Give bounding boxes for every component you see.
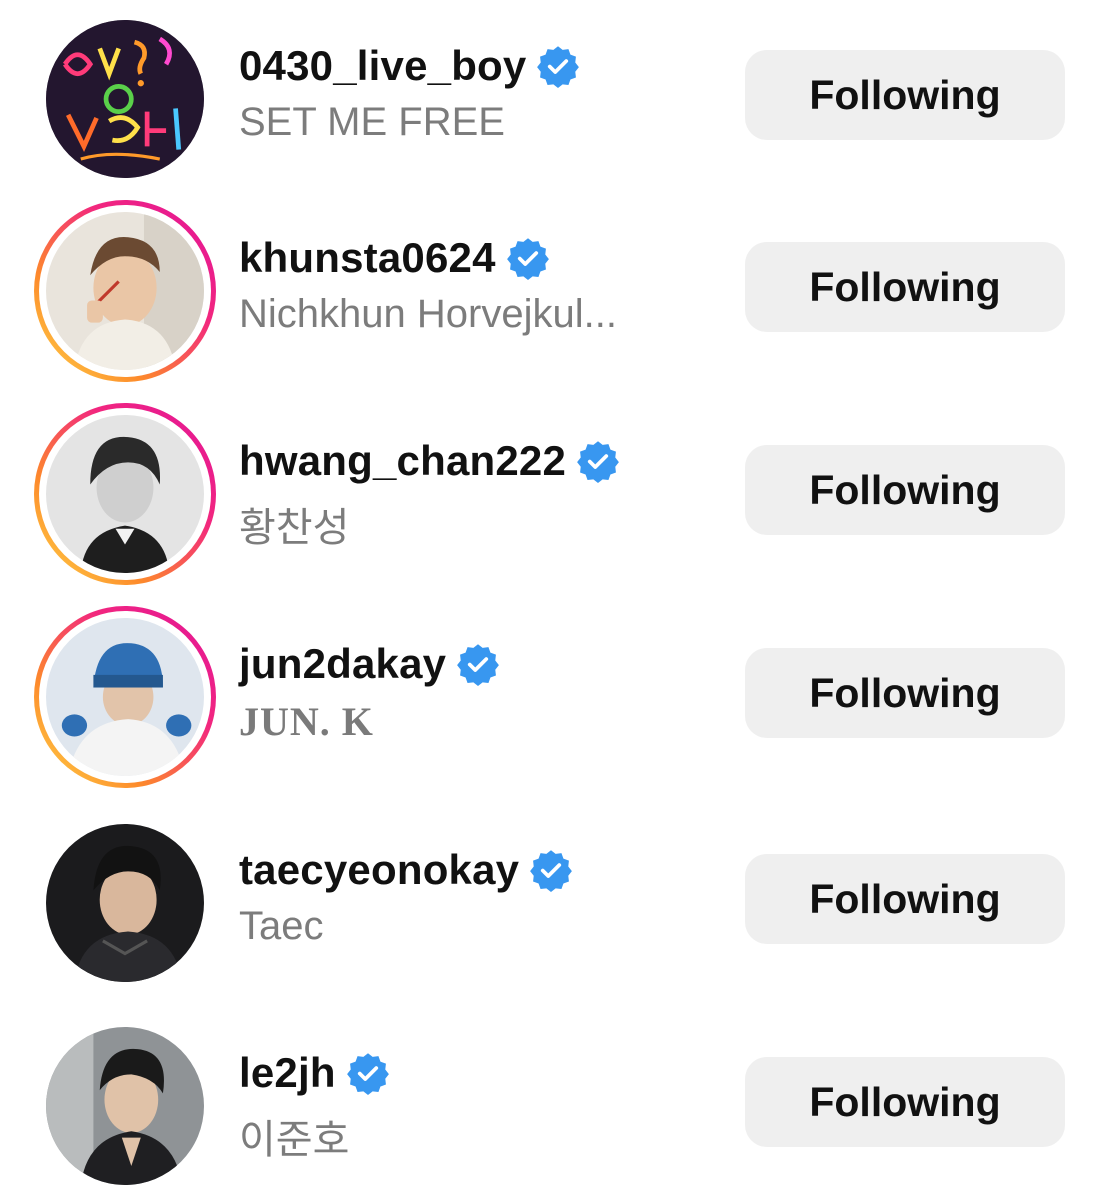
avatar[interactable] bbox=[34, 606, 216, 788]
following-button[interactable]: Following bbox=[745, 50, 1065, 140]
neon-sign-avatar-icon bbox=[46, 20, 204, 178]
list-item[interactable]: le2jh 이준호 Following bbox=[0, 1015, 1110, 1185]
full-name: Nichkhun Horvejkul... bbox=[239, 292, 617, 336]
list-item[interactable]: taecyeonokay Taec Following bbox=[0, 812, 1110, 982]
avatar[interactable] bbox=[34, 8, 216, 190]
profile-photo-avatar-icon bbox=[46, 212, 204, 370]
username[interactable]: khunsta0624 bbox=[239, 234, 496, 282]
list-item[interactable]: jun2dakay JUN. K Following bbox=[0, 606, 1110, 788]
verified-badge-icon bbox=[530, 850, 573, 892]
profile-photo-avatar-icon bbox=[46, 824, 204, 982]
full-name: JUN. K bbox=[239, 699, 374, 744]
username[interactable]: hwang_chan222 bbox=[239, 437, 566, 485]
username-line: khunsta0624 bbox=[239, 230, 550, 286]
avatar[interactable] bbox=[34, 1015, 216, 1197]
username[interactable]: taecyeonokay bbox=[239, 846, 519, 894]
avatar[interactable] bbox=[34, 403, 216, 585]
full-name: 이준호 bbox=[239, 1118, 350, 1162]
avatar[interactable] bbox=[34, 812, 216, 994]
following-button[interactable]: Following bbox=[745, 445, 1065, 535]
username-line: le2jh bbox=[239, 1045, 390, 1101]
username[interactable]: le2jh bbox=[239, 1049, 336, 1097]
username-line: 0430_live_boy bbox=[239, 38, 580, 94]
username-line: hwang_chan222 bbox=[239, 433, 620, 489]
following-list: 0430_live_boy SET ME FREE Following khun… bbox=[0, 0, 1110, 1200]
verified-badge-icon bbox=[506, 238, 549, 280]
full-name: SET ME FREE bbox=[239, 100, 505, 144]
full-name: Taec bbox=[239, 904, 324, 948]
full-name: 황찬성 bbox=[239, 506, 350, 550]
verified-badge-icon bbox=[346, 1053, 389, 1095]
profile-photo-avatar-icon bbox=[46, 415, 204, 573]
verified-badge-icon bbox=[457, 644, 500, 686]
list-item[interactable]: hwang_chan222 황찬성 Following bbox=[0, 403, 1110, 585]
list-item[interactable]: khunsta0624 Nichkhun Horvejkul... Follow… bbox=[0, 200, 1110, 382]
list-item[interactable]: 0430_live_boy SET ME FREE Following bbox=[0, 8, 1110, 178]
following-button[interactable]: Following bbox=[745, 854, 1065, 944]
profile-photo-avatar-icon bbox=[46, 618, 204, 776]
profile-photo-avatar-icon bbox=[46, 1027, 204, 1185]
verified-badge-icon bbox=[577, 441, 619, 483]
verified-badge-icon bbox=[537, 46, 580, 88]
following-button[interactable]: Following bbox=[745, 648, 1065, 738]
following-button[interactable]: Following bbox=[745, 1057, 1065, 1147]
username[interactable]: jun2dakay bbox=[239, 640, 446, 688]
username-line: taecyeonokay bbox=[239, 842, 573, 898]
username-line: jun2dakay bbox=[239, 636, 500, 692]
following-button[interactable]: Following bbox=[745, 242, 1065, 332]
username[interactable]: 0430_live_boy bbox=[239, 42, 526, 90]
avatar[interactable] bbox=[34, 200, 216, 382]
